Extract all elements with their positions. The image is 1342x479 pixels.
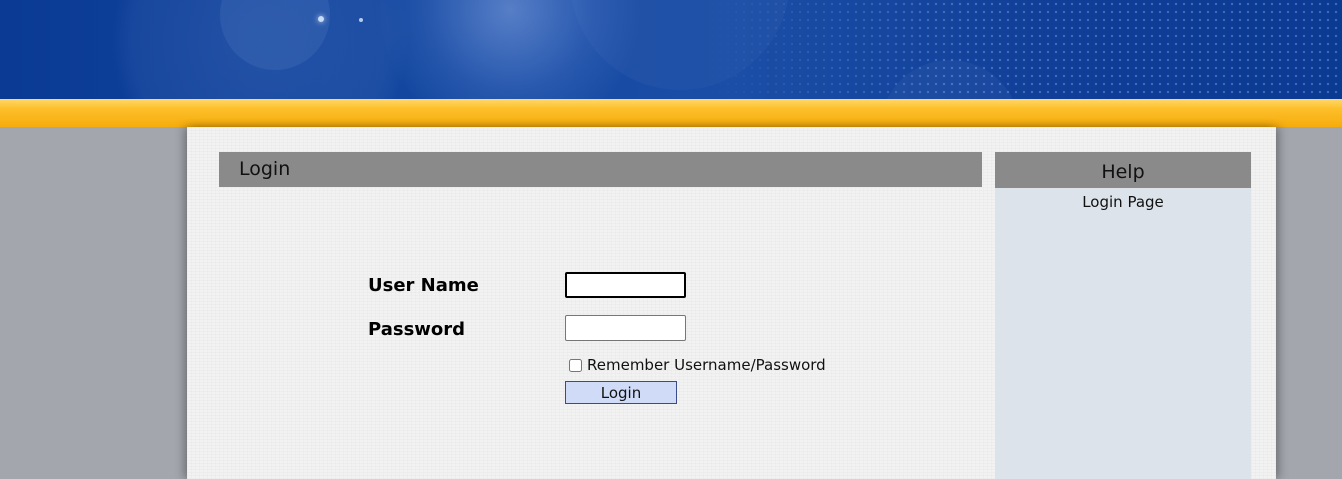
banner-decoration bbox=[359, 18, 363, 22]
banner-decoration bbox=[318, 16, 324, 22]
remember-row: Remember Username/Password bbox=[569, 355, 826, 375]
banner-decoration bbox=[700, 0, 1342, 100]
header-accent-bar bbox=[0, 99, 1342, 127]
remember-label: Remember Username/Password bbox=[587, 356, 826, 374]
help-panel: Help Login Page bbox=[995, 152, 1251, 479]
header-banner bbox=[0, 0, 1342, 100]
remember-checkbox[interactable] bbox=[569, 358, 582, 372]
password-input[interactable] bbox=[565, 315, 686, 341]
help-text: Login Page bbox=[1082, 193, 1164, 211]
login-panel-title: Login bbox=[239, 158, 291, 180]
login-button[interactable]: Login bbox=[565, 381, 677, 404]
username-input[interactable] bbox=[565, 272, 686, 298]
help-panel-title: Help bbox=[1101, 161, 1145, 183]
main-container: Login User Name Password Remember Userna… bbox=[187, 127, 1276, 479]
login-panel-header: Login bbox=[219, 152, 982, 187]
username-label: User Name bbox=[368, 275, 479, 296]
help-panel-header: Help bbox=[995, 152, 1251, 188]
banner-decoration bbox=[380, 0, 640, 100]
password-label: Password bbox=[368, 319, 466, 340]
